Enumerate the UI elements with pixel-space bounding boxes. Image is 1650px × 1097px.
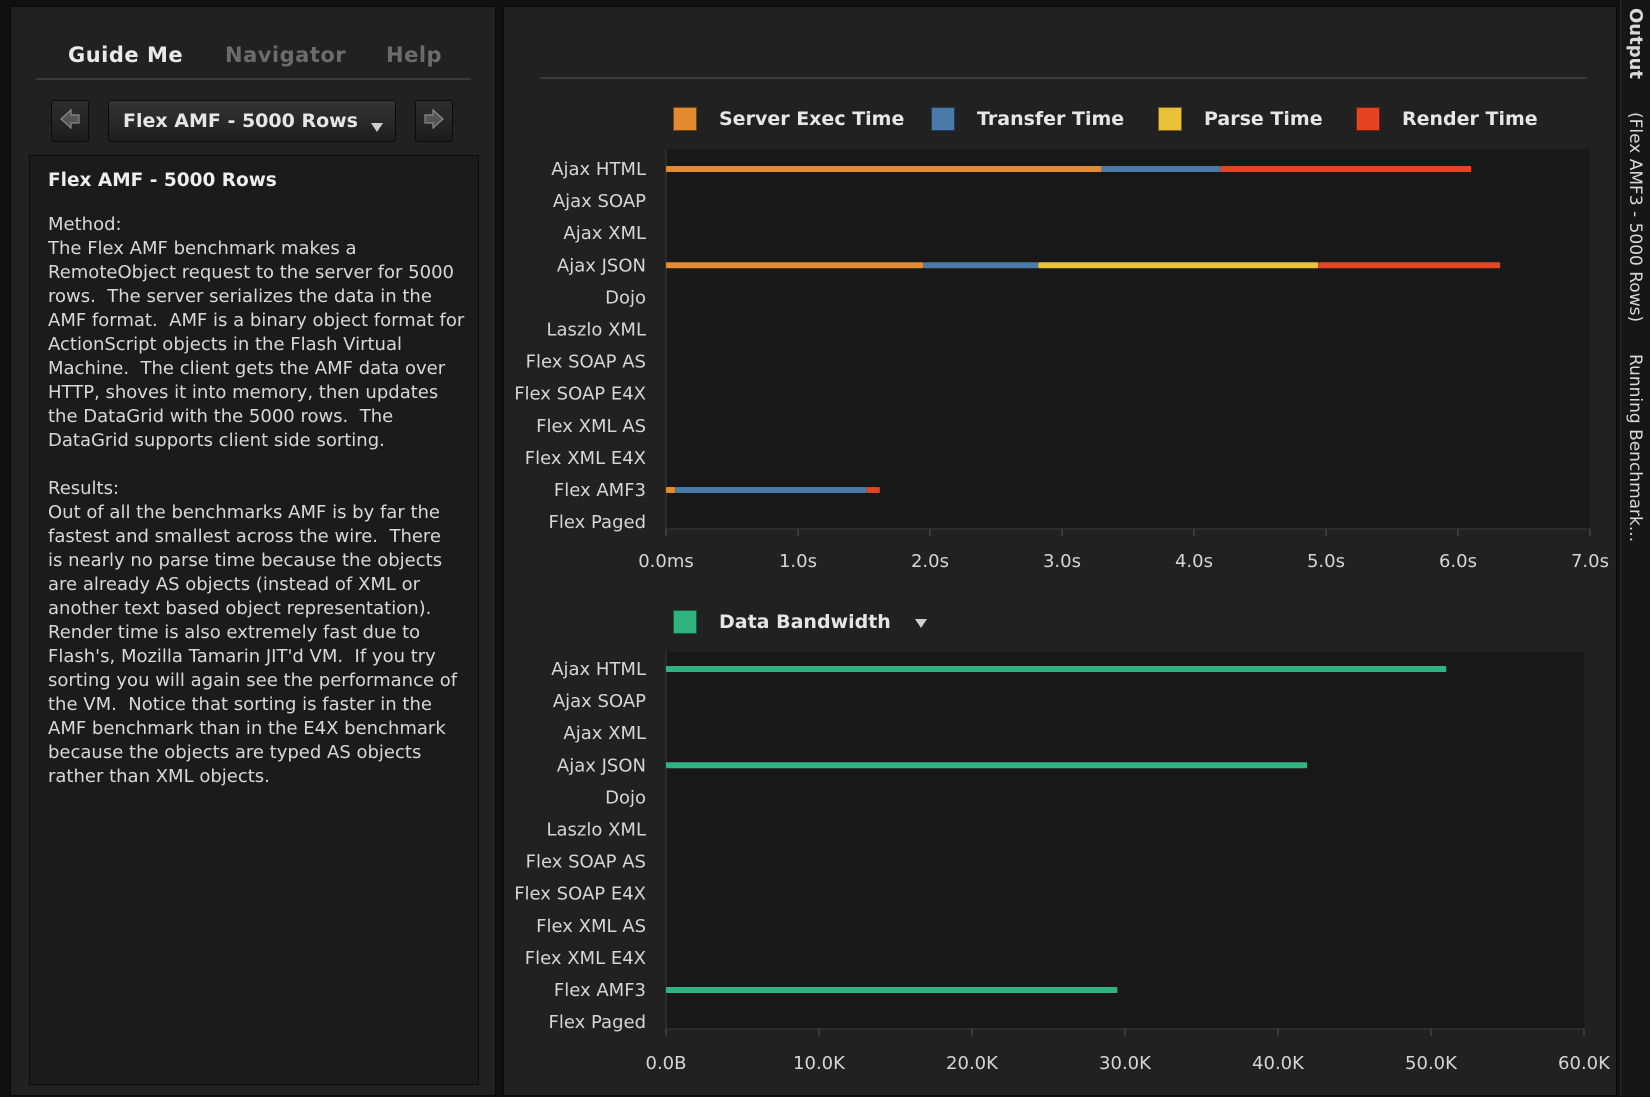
x-tick-label: 3.0s xyxy=(1043,551,1081,572)
category-label: Flex SOAP E4X xyxy=(514,384,646,405)
category-label: Flex SOAP E4X xyxy=(514,884,646,905)
category-label: Laszlo XML xyxy=(546,820,646,841)
timing-chart: 0.0ms 1.0s 2.0s 3.0s 4.0s 5.0s 6.0s 7.0s Ajax HT… xyxy=(514,149,1611,1074)
category-label: Dojo xyxy=(605,287,646,308)
x-tick-label: 7.0s xyxy=(1571,551,1609,572)
method-heading: Method: xyxy=(48,214,122,235)
x-tick-label: 2.0s xyxy=(911,551,949,572)
tab-navigator[interactable]: Navigator xyxy=(225,43,346,67)
bar-segment xyxy=(1318,262,1501,269)
category-label: Flex SOAP AS xyxy=(526,852,646,873)
plot-area xyxy=(666,149,1590,529)
x-tick-label: 10.0K xyxy=(793,1053,846,1074)
x-tick-label: 6.0s xyxy=(1439,551,1477,572)
category-label: Ajax HTML xyxy=(551,659,646,680)
description-title: Flex AMF - 5000 Rows xyxy=(48,170,277,191)
x-tick-label: 1.0s xyxy=(779,551,817,572)
x-tick-label: 5.0s xyxy=(1307,551,1345,572)
results-text: Out of all the benchmarks AMF is by far … xyxy=(48,502,458,787)
tab-divider xyxy=(36,78,471,80)
category-label: Ajax JSON xyxy=(557,755,646,776)
category-label: Ajax SOAP xyxy=(553,691,646,712)
category-label: Flex XML AS xyxy=(536,416,646,437)
category-label: Flex XML E4X xyxy=(525,448,646,469)
x-tick-label: 30.0K xyxy=(1099,1053,1152,1074)
category-label: Flex XML E4X xyxy=(525,948,646,969)
benchmark-select-value: Flex AMF - 5000 Rows xyxy=(123,110,358,132)
category-label: Flex XML AS xyxy=(536,916,646,937)
bar-segment xyxy=(866,487,880,493)
category-label: Flex AMF3 xyxy=(554,980,646,1001)
arrow-left-icon xyxy=(58,107,82,135)
bar-segment xyxy=(675,487,867,493)
category-label: Flex AMF3 xyxy=(554,480,646,501)
chart-panel: Server Exec Time Transfer Time Parse Tim… xyxy=(503,6,1617,1096)
category-label: Laszlo XML xyxy=(546,320,646,341)
tab-guide-me[interactable]: Guide Me xyxy=(68,43,183,67)
tab-bar: Guide Me Navigator Help xyxy=(11,43,497,73)
output-subtitle: (Flex AMF3 - 5000 Rows) xyxy=(1625,112,1645,323)
output-status: Running Benchmark... xyxy=(1625,354,1645,543)
bar-segment xyxy=(666,987,1118,993)
bar-segment xyxy=(666,262,924,269)
bar-segment xyxy=(1101,166,1221,172)
description-panel: Flex AMF - 5000 Rows Method: The Flex AM… xyxy=(29,155,479,1085)
plot-area xyxy=(666,652,1584,1029)
method-text: The Flex AMF benchmark makes a RemoteObj… xyxy=(48,238,465,451)
bar-segment xyxy=(1038,262,1319,269)
results-heading: Results: xyxy=(48,478,120,499)
output-strip: Output (Flex AMF3 - 5000 Rows) Running B… xyxy=(1620,0,1650,1096)
category-label: Ajax XML xyxy=(563,723,646,744)
bar-segment xyxy=(666,666,1447,672)
category-label: Ajax JSON xyxy=(557,255,646,276)
bar-segment xyxy=(666,487,676,493)
tab-help[interactable]: Help xyxy=(386,43,442,67)
bar-segment xyxy=(923,262,1039,269)
x-tick-label: 0.0ms xyxy=(638,551,694,572)
bar-segment xyxy=(666,166,1102,172)
category-label: Ajax XML xyxy=(563,223,646,244)
previous-button[interactable] xyxy=(51,100,89,142)
bar-segment xyxy=(666,762,1308,769)
x-tick-label: 40.0K xyxy=(1252,1053,1305,1074)
x-tick-label: 20.0K xyxy=(946,1053,999,1074)
x-tick-label: 0.0B xyxy=(646,1053,687,1074)
category-label: Flex Paged xyxy=(549,1012,647,1033)
category-label: Ajax HTML xyxy=(551,159,646,180)
x-tick-label: 4.0s xyxy=(1175,551,1213,572)
output-tab[interactable]: Output xyxy=(1625,8,1646,79)
category-label: Flex SOAP AS xyxy=(526,352,646,373)
chevron-down-icon xyxy=(371,117,383,136)
next-button[interactable] xyxy=(415,100,453,142)
benchmark-select[interactable]: Flex AMF - 5000 Rows xyxy=(108,100,396,142)
x-tick-label: 60.0K xyxy=(1558,1053,1611,1074)
category-label: Flex Paged xyxy=(549,512,647,533)
left-panel: Guide Me Navigator Help Flex AMF - 5000 … xyxy=(10,6,496,1096)
category-label: Dojo xyxy=(605,787,646,808)
arrow-right-icon xyxy=(422,107,446,135)
x-tick-label: 50.0K xyxy=(1405,1053,1458,1074)
category-label: Ajax SOAP xyxy=(553,191,646,212)
bar-segment xyxy=(1220,166,1472,172)
